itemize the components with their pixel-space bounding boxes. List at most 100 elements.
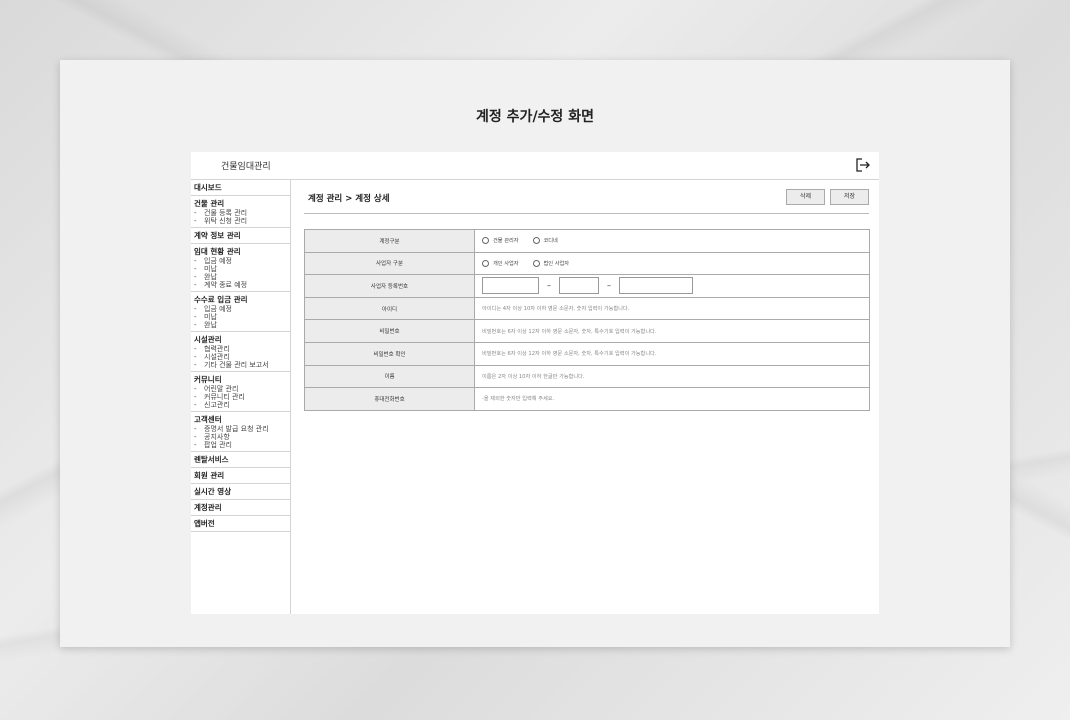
sidebar-item[interactable]: 건물 관리 [191, 199, 290, 209]
radio-label: 코디네 [543, 238, 558, 245]
bullet-dash: - [194, 425, 197, 433]
save-button[interactable]: 저장 [830, 189, 869, 205]
sidebar-subitem[interactable]: - 커뮤니티 관리 [191, 393, 290, 401]
sidebar-subitem[interactable]: - 기타 건물 관리 보고서 [191, 361, 290, 369]
form-row-name: 이름 이름은 2자 이상 10자 이하 한글만 가능합니다. [305, 365, 869, 389]
password-input[interactable]: 비밀번호는 6자 이상 12자 이하 영문 소문자, 숫자, 특수기호 입력이 … [475, 320, 869, 342]
radio-circle-icon [532, 237, 540, 245]
sidebar-group: 시설관리 - 협력관리 - 시설관리 - 기타 건물 관리 보고서 [191, 332, 290, 372]
sidebar-item[interactable]: 수수료 입금 관리 [191, 295, 290, 305]
form-row-user-id: 아이디 아이디는 4자 이상 10자 이하 영문 소문자, 숫자 입력이 가능합… [305, 297, 869, 321]
sidebar-subitem[interactable]: - 위탁 신청 관리 [191, 217, 290, 225]
name-label: 이름 [305, 365, 475, 388]
radio-corporate-business[interactable]: 법인 사업자 [532, 259, 570, 267]
radio-coordinator[interactable]: 코디네 [532, 237, 558, 245]
logout-icon[interactable] [855, 157, 871, 173]
sidebar-subitem[interactable]: - 미납 [191, 265, 290, 273]
sidebar-item[interactable]: 회원 관리 [191, 471, 290, 481]
bullet-dash: - [194, 361, 197, 369]
sidebar-item[interactable]: 시설관리 [191, 335, 290, 345]
phone-input[interactable]: -을 제외한 숫자만 입력해 주세요. [475, 388, 869, 410]
form-row-business-number: 사업자 등록번호 – – [305, 275, 869, 298]
separator: – [547, 281, 551, 291]
account-type-label: 계정구분 [305, 230, 475, 252]
sidebar-group: 계약 정보 관리 [191, 228, 290, 244]
top-bar: 건물임대관리 [191, 152, 879, 180]
delete-button[interactable]: 삭제 [786, 189, 825, 205]
form-row-password: 비밀번호 비밀번호는 6자 이상 12자 이하 영문 소문자, 숫자, 특수기호… [305, 320, 869, 343]
bullet-dash: - [194, 441, 197, 449]
sidebar-subitem[interactable]: - 완납 [191, 273, 290, 281]
bullet-dash: - [194, 217, 197, 225]
sidebar-subitem[interactable]: - 협력관리 [191, 345, 290, 353]
sidebar-item[interactable]: 대시보드 [191, 183, 290, 193]
sidebar-group: 수수료 입금 관리 - 입금 예정 - 미납 - 완납 [191, 292, 290, 332]
sidebar-subitem[interactable]: - 입금 예정 [191, 257, 290, 265]
bullet-dash: - [194, 345, 197, 353]
password-confirm-label: 비밀번호 확인 [305, 342, 475, 365]
radio-circle-icon [482, 259, 489, 267]
sidebar-item[interactable]: 계약 정보 관리 [191, 231, 290, 241]
sidebar-group: 건물 관리 - 건물 등록 관리 - 위탁 신청 관리 [191, 196, 290, 228]
form-row-password-confirm: 비밀번호 확인 비밀번호는 6자 이상 12자 이하 영문 소문자, 숫자, 특… [305, 342, 869, 366]
phone-label: 휴대전화번호 [305, 388, 475, 410]
sidebar-item[interactable]: 렌탈서비스 [191, 455, 290, 465]
app-window: 건물임대관리 대시보드 건물 관리 - 건물 등록 관리 - 위탁 신청 관리 계약 정보 … [191, 152, 879, 614]
bullet-dash: - [194, 209, 197, 217]
radio-building-manager[interactable]: 건물 관리자 [482, 237, 519, 245]
radio-circle-icon [482, 237, 489, 245]
sidebar: 대시보드 건물 관리 - 건물 등록 관리 - 위탁 신청 관리 계약 정보 관리 임대 현황… [191, 180, 291, 614]
sidebar-item[interactable]: 임대 현황 관리 [191, 247, 290, 257]
form-row-business-type: 사업자 구분 개인 사업자 법인 사업자 [305, 252, 869, 276]
bullet-dash: - [194, 321, 197, 329]
business-number-label: 사업자 등록번호 [305, 275, 475, 297]
sidebar-subitem[interactable]: - 시설관리 [191, 353, 290, 361]
sidebar-item[interactable]: 고객센터 [191, 415, 290, 425]
sidebar-subitem[interactable]: - 입금 예정 [191, 305, 290, 313]
sidebar-subitem-label: 입금 예정 [204, 257, 232, 265]
breadcrumb: 계정 관리 > 계정 상세 [308, 194, 390, 204]
bullet-dash: - [194, 433, 197, 441]
sidebar-subitem-label: 증명서 발급 요청 관리 [204, 425, 269, 433]
bullet-dash: - [194, 313, 197, 321]
sidebar-subitem-label: 미납 [204, 313, 217, 321]
sidebar-subitem[interactable]: - 완납 [191, 321, 290, 329]
sidebar-subitem[interactable]: - 계약 종료 예정 [191, 281, 290, 289]
separator: – [607, 281, 611, 291]
account-form: 계정구분 건물 관리자 코디네 사업자 구분 개인 사업자 법인 사업자 사업자… [304, 229, 870, 411]
business-number-field-2[interactable] [559, 277, 599, 295]
sidebar-subitem[interactable]: - 공지사항 [191, 433, 290, 441]
sidebar-item[interactable]: 커뮤니티 [191, 375, 290, 385]
user-id-label: 아이디 [305, 297, 475, 320]
sidebar-group: 앱버전 [191, 516, 290, 532]
name-input[interactable]: 이름은 2자 이상 10자 이하 한글만 가능합니다. [475, 366, 869, 388]
sidebar-item[interactable]: 앱버전 [191, 519, 290, 529]
sidebar-subitem[interactable]: - 증명서 발급 요청 관리 [191, 425, 290, 433]
user-id-input[interactable]: 아이디는 4자 이상 10자 이하 영문 소문자, 숫자 입력이 가능합니다. [475, 298, 869, 320]
sidebar-subitem[interactable]: - 팝업 관리 [191, 441, 290, 449]
sidebar-subitem[interactable]: - 신고관리 [191, 401, 290, 409]
sidebar-item[interactable]: 실시간 영상 [191, 487, 290, 497]
presentation-board: 계정 추가/수정 화면 건물임대관리 대시보드 건물 관리 - 건물 등록 관리 - 위탁… [60, 60, 1010, 647]
radio-label: 개인 사업자 [493, 260, 519, 267]
form-row-phone: 휴대전화번호 -을 제외한 숫자만 입력해 주세요. [305, 388, 869, 411]
sidebar-subitem-label: 입금 예정 [204, 305, 232, 313]
sidebar-item[interactable]: 계정관리 [191, 503, 290, 513]
sidebar-subitem[interactable]: - 미납 [191, 313, 290, 321]
radio-individual-business[interactable]: 개인 사업자 [482, 259, 519, 267]
sidebar-subitem-label: 커뮤니티 관리 [204, 393, 245, 401]
radio-label: 법인 사업자 [543, 260, 570, 267]
sidebar-subitem-label: 위탁 신청 관리 [204, 217, 248, 225]
sidebar-group: 커뮤니티 - 어린말 관리 - 커뮤니티 관리 - 신고관리 [191, 372, 290, 412]
sidebar-subitem[interactable]: - 어린말 관리 [191, 385, 290, 393]
radio-label: 건물 관리자 [493, 238, 519, 245]
sidebar-group: 회원 관리 [191, 468, 290, 484]
form-row-account-type: 계정구분 건물 관리자 코디네 [305, 230, 869, 253]
bullet-dash: - [194, 393, 197, 401]
password-confirm-input[interactable]: 비밀번호는 6자 이상 12자 이하 영문 소문자, 숫자, 특수기호 입력이 … [475, 343, 869, 365]
bullet-dash: - [194, 265, 197, 273]
business-number-field-1[interactable] [482, 277, 539, 295]
app-title: 건물임대관리 [221, 162, 271, 172]
sidebar-subitem[interactable]: - 건물 등록 관리 [191, 209, 290, 217]
business-number-field-3[interactable] [619, 277, 693, 295]
